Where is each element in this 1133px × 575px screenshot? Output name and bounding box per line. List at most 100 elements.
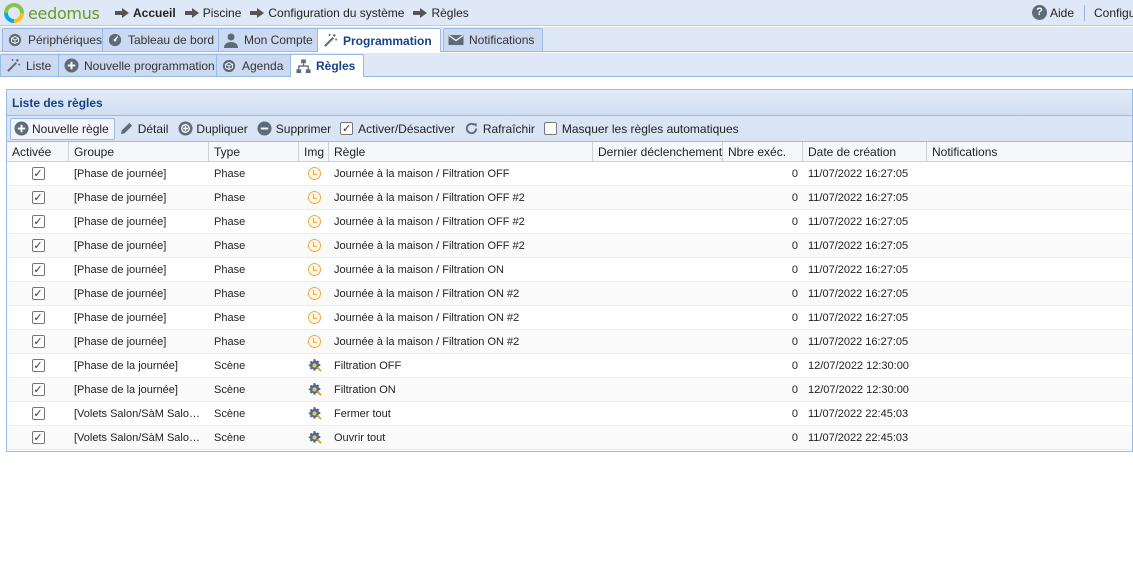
table-row[interactable]: [Phase de la journée] Scène Filtration ON 0… — [7, 378, 1132, 402]
cell-notifications — [927, 402, 1124, 425]
cell-img — [299, 330, 329, 353]
tab-notifications[interactable]: Notifications — [443, 28, 544, 51]
cell-img — [299, 162, 329, 185]
configuration-button[interactable]: Configuration — [1091, 5, 1133, 20]
subtab-label: Règles — [316, 59, 356, 73]
cell-type: Phase — [214, 239, 246, 252]
scene-gear-icon — [307, 382, 322, 397]
separator — [1084, 4, 1085, 21]
sub-tab-bar: Liste Nouvelle programmation Agenda Règles — [0, 53, 1133, 77]
column-header-notifications[interactable]: Notifications — [927, 142, 1124, 161]
table-row[interactable]: [Volets Salon/SàM Salo… Scène Ouvrir tout 0… — [7, 426, 1132, 450]
column-header-type[interactable]: Type — [209, 142, 299, 161]
delete-button[interactable]: Supprimer — [255, 118, 336, 140]
table-row[interactable]: [Phase de journée] Phase Journée à la mais… — [7, 162, 1132, 186]
breadcrumb-item[interactable]: Règles — [413, 5, 469, 20]
breadcrumb-label: Règles — [431, 5, 469, 20]
active-checkbox[interactable] — [31, 167, 45, 180]
grid-body: [Phase de journée] Phase Journée à la mais… — [7, 162, 1132, 450]
cell-created: 11/07/2022 16:27:05 — [808, 335, 909, 348]
cube-icon — [7, 32, 23, 48]
active-checkbox[interactable] — [31, 407, 45, 420]
tab-programmation[interactable]: Programmation — [317, 28, 441, 52]
active-checkbox[interactable] — [31, 263, 45, 276]
active-checkbox[interactable] — [31, 359, 45, 372]
cell-active — [7, 426, 69, 449]
table-row[interactable]: [Phase de journée] Phase Journée à la mais… — [7, 186, 1132, 210]
cell-group: [Phase de journée] — [74, 191, 167, 204]
cell-img — [299, 186, 329, 209]
subtab-agenda[interactable]: Agenda — [216, 54, 293, 76]
active-checkbox[interactable] — [31, 239, 45, 252]
table-row[interactable]: [Phase de la journée] Scène Filtration OFF… — [7, 354, 1132, 378]
magic-wand-icon — [322, 33, 338, 49]
hide-auto-rules-toggle[interactable]: Masquer les règles automatiques — [542, 118, 744, 140]
toggle-checkbox[interactable] — [340, 122, 354, 135]
toggle-activation-button[interactable]: Activer/Désactiver — [338, 118, 460, 140]
plus-circle-icon — [13, 121, 29, 137]
column-header-img[interactable]: Img — [299, 142, 329, 161]
cell-exec-count: 0 — [791, 311, 798, 324]
subtab-liste[interactable]: Liste — [0, 54, 61, 76]
cell-rule: Fermer tout — [334, 407, 391, 420]
cell-last-trigger — [593, 354, 723, 377]
active-checkbox[interactable] — [31, 191, 45, 204]
cell-active — [7, 282, 69, 305]
active-checkbox[interactable] — [31, 335, 45, 348]
duplicate-icon — [177, 121, 193, 137]
cell-last-trigger — [593, 402, 723, 425]
eedomus-logo[interactable]: eedomus — [4, 2, 100, 24]
table-row[interactable]: [Phase de journée] Phase Journée à la mais… — [7, 234, 1132, 258]
configuration-label: Configuration — [1094, 5, 1133, 20]
active-checkbox[interactable] — [31, 215, 45, 228]
table-row[interactable]: [Phase de journée] Phase Journée à la mais… — [7, 210, 1132, 234]
hide-auto-checkbox[interactable] — [543, 122, 557, 135]
cell-active — [7, 306, 69, 329]
table-row[interactable]: [Phase de journée] Phase Journée à la mais… — [7, 282, 1132, 306]
duplicate-button[interactable]: Dupliquer — [175, 118, 252, 140]
cell-type: Phase — [214, 263, 246, 276]
help-button[interactable]: ? Aide — [1031, 5, 1074, 20]
table-row[interactable]: [Phase de journée] Phase Journée à la mais… — [7, 306, 1132, 330]
cell-last-trigger — [593, 306, 723, 329]
cell-group: [Phase de journée] — [74, 263, 167, 276]
cell-last-trigger — [593, 330, 723, 353]
cell-exec-count: 0 — [791, 359, 798, 372]
column-header-group[interactable]: Groupe — [69, 142, 209, 161]
column-header-last-trigger[interactable]: Dernier déclenchement — [593, 142, 723, 161]
table-row[interactable]: [Phase de journée] Phase Journée à la mais… — [7, 258, 1132, 282]
rules-panel: Liste des règles Nouvelle règle Détail D… — [6, 89, 1133, 452]
new-rule-button[interactable]: Nouvelle règle — [10, 117, 115, 140]
cell-rule: Ouvrir tout — [334, 431, 386, 444]
refresh-button[interactable]: Rafraîchir — [462, 118, 540, 140]
subtab-règles[interactable]: Règles — [290, 54, 365, 77]
active-checkbox[interactable] — [31, 287, 45, 300]
cell-notifications — [927, 186, 1124, 209]
cell-img — [299, 378, 329, 401]
table-row[interactable]: [Volets Salon/SàM Salo… Scène Fermer tout 0… — [7, 402, 1132, 426]
tab-mon-compte[interactable]: Mon Compte — [218, 28, 322, 51]
active-checkbox[interactable] — [31, 431, 45, 444]
detail-button[interactable]: Détail — [117, 118, 174, 140]
table-row[interactable]: [Phase de journée] Phase Journée à la mais… — [7, 330, 1132, 354]
cell-notifications — [927, 258, 1124, 281]
arrow-right-icon — [184, 7, 199, 18]
subtab-nouvelle-programmation[interactable]: Nouvelle programmation — [58, 54, 224, 76]
cell-exec-count: 0 — [791, 407, 798, 420]
tab-périphériques[interactable]: Périphériques — [2, 28, 112, 51]
breadcrumb-item[interactable]: Configuration du système — [250, 6, 404, 20]
help-icon: ? — [1031, 5, 1047, 20]
breadcrumb-item[interactable]: Accueil — [115, 6, 176, 20]
active-checkbox[interactable] — [31, 383, 45, 396]
column-header-created[interactable]: Date de création — [803, 142, 927, 161]
tab-tableau-de-bord[interactable]: Tableau de bord — [102, 28, 224, 51]
column-header-active[interactable]: Activée — [7, 142, 69, 161]
cell-active — [7, 354, 69, 377]
column-header-rule[interactable]: Règle — [329, 142, 593, 161]
cube-icon — [221, 58, 237, 74]
column-header-exec-count[interactable]: Nbre exéc. — [723, 142, 803, 161]
cell-group: [Phase de journée] — [74, 311, 167, 324]
breadcrumb-item[interactable]: Piscine — [184, 6, 241, 20]
active-checkbox[interactable] — [31, 311, 45, 324]
cell-active — [7, 186, 69, 209]
